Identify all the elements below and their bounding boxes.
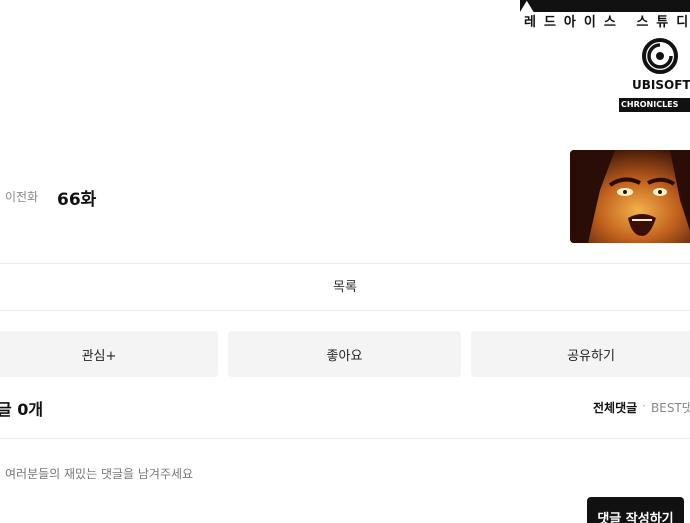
- ubisoft-swirl-icon: [642, 38, 678, 74]
- divider: [0, 438, 690, 439]
- comment-count: 글 0개: [0, 400, 44, 419]
- sort-all-comments[interactable]: 전체댓글: [593, 399, 637, 416]
- episode-thumbnail[interactable]: [570, 150, 690, 243]
- sort-separator: ·: [642, 399, 646, 413]
- write-comment-button[interactable]: 댓글 작성하기: [587, 497, 684, 523]
- prev-episode-title[interactable]: 66화: [57, 185, 96, 210]
- prev-episode-label[interactable]: 이전화: [5, 188, 38, 205]
- publisher-line: CHRONICLES: [619, 98, 690, 112]
- sort-best-comments[interactable]: BEST댓: [651, 399, 690, 416]
- episode-page: 레드아이스 스튜디오 UBISOFT CHRONICLES 이전화 66화 목록: [0, 0, 690, 523]
- episode-list-link[interactable]: 목록: [0, 276, 690, 295]
- like-button[interactable]: 좋아요: [228, 331, 461, 377]
- comment-input-placeholder[interactable]: 여러분들의 재밌는 댓글을 남겨주세요: [5, 465, 193, 482]
- divider: [0, 263, 690, 264]
- studio-subtitle: 레드아이스 스튜디오: [524, 15, 690, 30]
- share-button[interactable]: 공유하기: [471, 331, 690, 377]
- publisher-name: UBISOFT: [632, 78, 690, 92]
- favorite-button[interactable]: 관심+: [0, 331, 218, 377]
- divider: [0, 310, 690, 311]
